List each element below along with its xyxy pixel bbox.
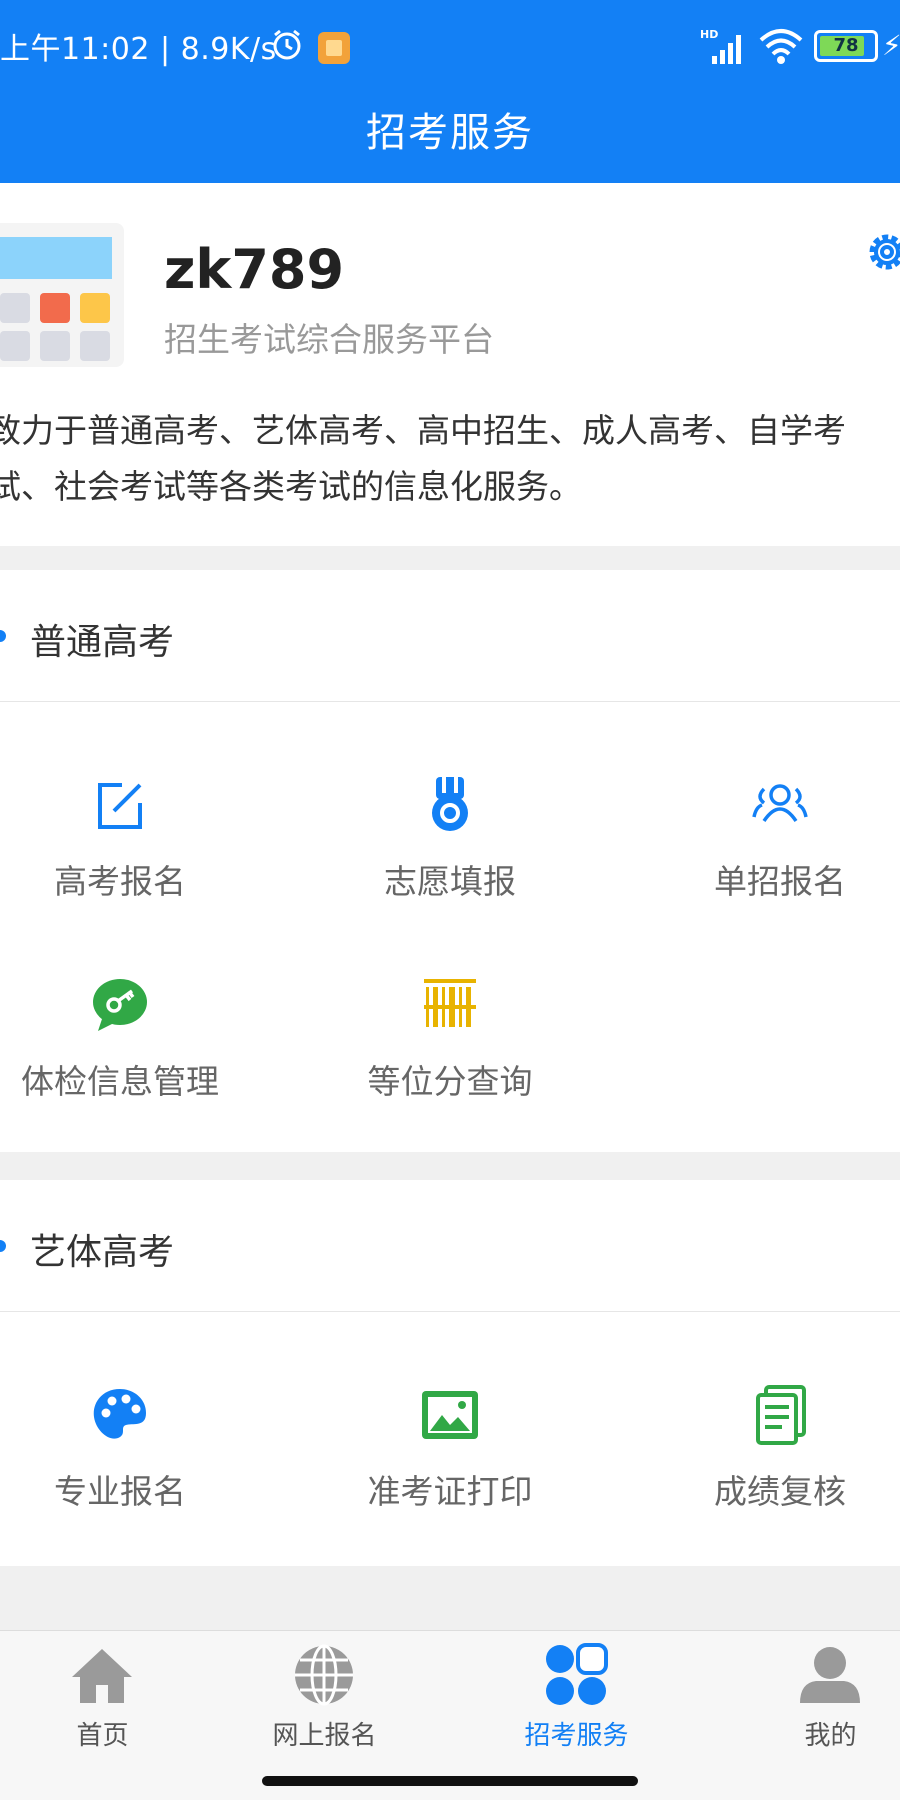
section-header: 艺体高考 bbox=[0, 1180, 900, 1312]
intro-line-2: 试、社会考试等各类考试的信息化服务。 bbox=[0, 467, 582, 506]
group-icon bbox=[752, 784, 808, 823]
bottom-nav: 首页 网上报名 招考服务 我的 bbox=[0, 1630, 900, 1800]
page-title: 招考服务 bbox=[366, 110, 534, 156]
app-header: 上午11:02 | 8.9K/s HD 78 ⚡ 招考服务 bbox=[0, 0, 900, 183]
key-chat-icon bbox=[93, 979, 147, 1031]
section-arts-exam: 艺体高考 专业报名 准考证打印 成绩复核 bbox=[0, 1180, 900, 1566]
tile-label: 单招报名 bbox=[714, 862, 846, 901]
section-title: 艺体高考 bbox=[30, 1232, 175, 1273]
intro-description: 致力于普通高考、艺体高考、高中招生、成人高考、自学考 试、社会考试等各类考试的信… bbox=[0, 403, 900, 515]
section-title: 普通高考 bbox=[30, 622, 175, 663]
tile-label: 专业报名 bbox=[54, 1472, 186, 1511]
tile-volunteer-fill[interactable]: 志愿填报 bbox=[300, 775, 600, 955]
app-subtitle: 招生考试综合服务平台 bbox=[164, 320, 494, 359]
tile-major-signup[interactable]: 专业报名 bbox=[0, 1385, 270, 1565]
settings-gear-icon[interactable] bbox=[862, 227, 900, 277]
notification-app-icon bbox=[318, 32, 350, 64]
status-time: 上午11:02 | 8.9K/s bbox=[0, 32, 277, 67]
battery-level: 78 bbox=[833, 35, 859, 56]
tile-health-info[interactable]: 体检信息管理 bbox=[0, 975, 270, 1155]
person-icon bbox=[800, 1647, 860, 1703]
palette-icon bbox=[93, 1389, 146, 1439]
alarm-icon bbox=[273, 29, 301, 60]
image-icon bbox=[422, 1391, 478, 1439]
tile-single-recruit-signup[interactable]: 单招报名 bbox=[630, 775, 900, 955]
status-bar: 上午11:02 | 8.9K/s HD 78 ⚡ bbox=[0, 18, 900, 72]
tile-label: 体检信息管理 bbox=[21, 1062, 219, 1101]
tile-label: 成绩复核 bbox=[714, 1472, 846, 1511]
home-icon bbox=[72, 1649, 132, 1703]
tile-label: 等位分查询 bbox=[367, 1062, 533, 1101]
intro-card: zk789 招生考试综合服务平台 致力于普通高考、艺体高考、高中招生、成人高考、… bbox=[0, 183, 900, 546]
nav-label: 招考服务 bbox=[524, 1721, 629, 1751]
tile-score-review[interactable]: 成绩复核 bbox=[630, 1385, 900, 1565]
tile-admission-ticket-print[interactable]: 准考证打印 bbox=[300, 1385, 600, 1565]
section-bullet bbox=[0, 1240, 6, 1252]
globe-icon bbox=[295, 1644, 353, 1706]
tile-label: 高考报名 bbox=[54, 862, 186, 901]
nav-label: 首页 bbox=[76, 1721, 129, 1751]
signal-hd-label: HD bbox=[700, 28, 718, 41]
intro-line-1: 致力于普通高考、艺体高考、高中招生、成人高考、自学考 bbox=[0, 411, 846, 450]
grid-icon bbox=[546, 1643, 608, 1705]
battery-icon: 78 bbox=[814, 30, 878, 62]
medal-icon bbox=[432, 777, 468, 831]
nav-label: 我的 bbox=[804, 1721, 857, 1751]
tile-gaokao-signup[interactable]: 高考报名 bbox=[0, 775, 270, 955]
home-indicator[interactable] bbox=[262, 1776, 638, 1786]
app-name: zk789 bbox=[164, 238, 345, 301]
tile-equivalent-score[interactable]: 等位分查询 bbox=[300, 975, 600, 1155]
document-icon bbox=[756, 1385, 806, 1445]
signal-icon: HD bbox=[700, 28, 741, 64]
section-header: 普通高考 bbox=[0, 570, 900, 702]
nav-mine[interactable]: 我的 bbox=[718, 1631, 900, 1751]
tile-label: 准考证打印 bbox=[367, 1472, 533, 1511]
edit-icon bbox=[98, 783, 142, 829]
wifi-icon bbox=[759, 29, 803, 64]
nav-label: 网上报名 bbox=[272, 1721, 377, 1751]
charging-icon: ⚡ bbox=[882, 29, 900, 62]
nav-exam-service[interactable]: 招考服务 bbox=[464, 1631, 689, 1751]
app-logo bbox=[0, 223, 124, 367]
barcode-icon bbox=[424, 979, 476, 1027]
tile-label: 志愿填报 bbox=[384, 862, 516, 901]
nav-home[interactable]: 首页 bbox=[0, 1631, 215, 1751]
section-general-exam: 普通高考 高考报名 志愿填报 单招报名 体检信息管理 等位分查询 bbox=[0, 570, 900, 1152]
section-bullet bbox=[0, 630, 6, 642]
nav-online-signup[interactable]: 网上报名 bbox=[212, 1631, 437, 1751]
